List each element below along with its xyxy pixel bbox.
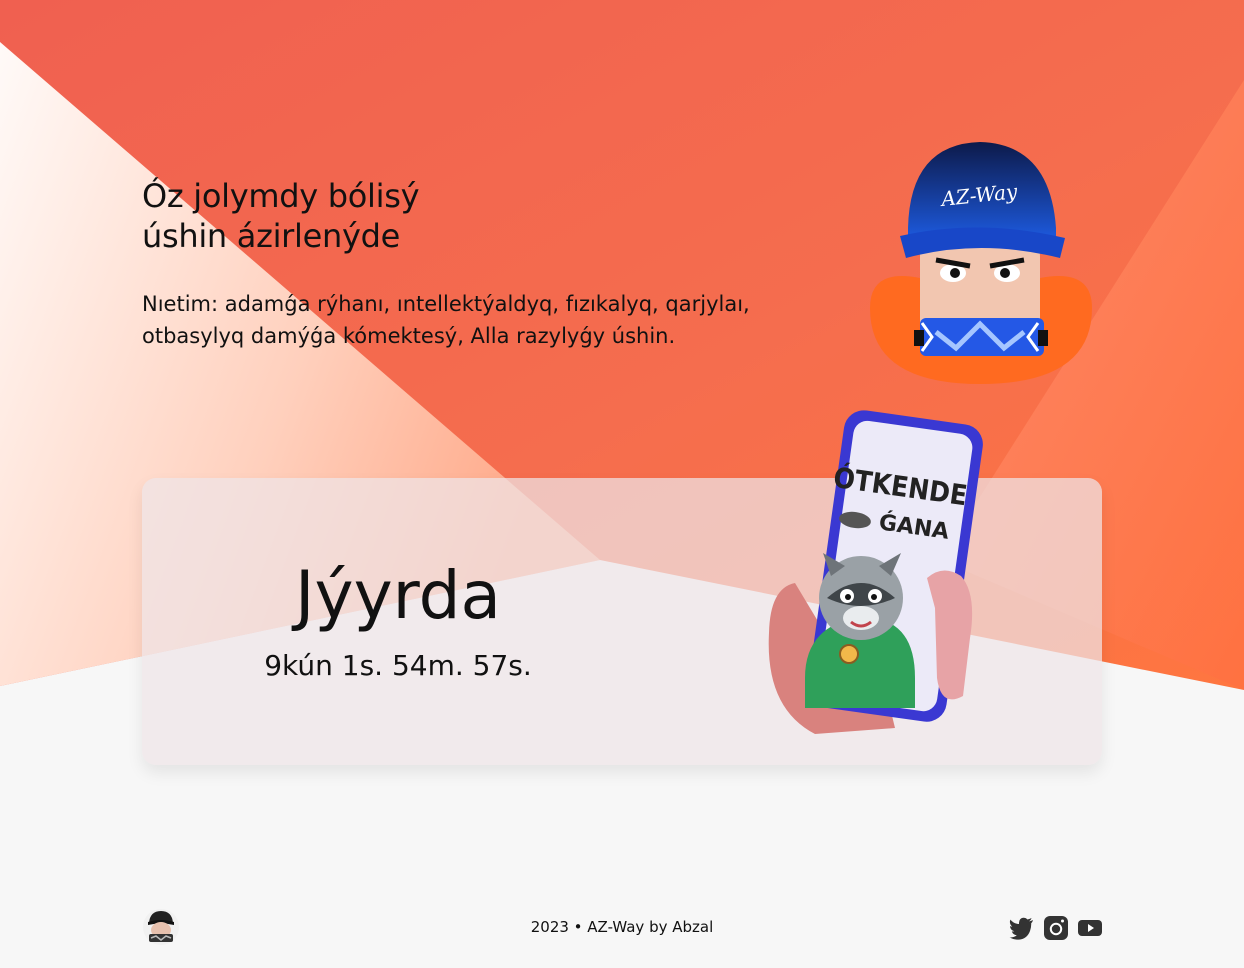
- hero-title: Óz jolymdy bólisý úshin ázirlenýde: [142, 176, 542, 256]
- phone-illustration: ÓTKENDE ǴANA: [768, 410, 983, 734]
- mission-statement: Nıetim: adamǵa rýhanı, ıntellektýaldyq, …: [142, 292, 750, 348]
- footer-logo-icon[interactable]: [142, 908, 180, 946]
- footer-copyright: 2023 • AZ-Way by Abzal: [530, 918, 714, 936]
- countdown-title: Jýyrda: [295, 557, 501, 634]
- countdown-timer: 9kún 1s. 54m. 57s.: [264, 649, 532, 682]
- hero-title-line-1: Óz jolymdy bólisý: [142, 177, 420, 215]
- hero-title-line-2: úshin ázirlenýde: [142, 217, 401, 255]
- youtube-icon[interactable]: [1076, 914, 1104, 942]
- instagram-icon[interactable]: [1042, 914, 1070, 942]
- twitter-icon[interactable]: [1008, 914, 1036, 942]
- mascot-avatar-icon: AZ-Way: [870, 142, 1092, 384]
